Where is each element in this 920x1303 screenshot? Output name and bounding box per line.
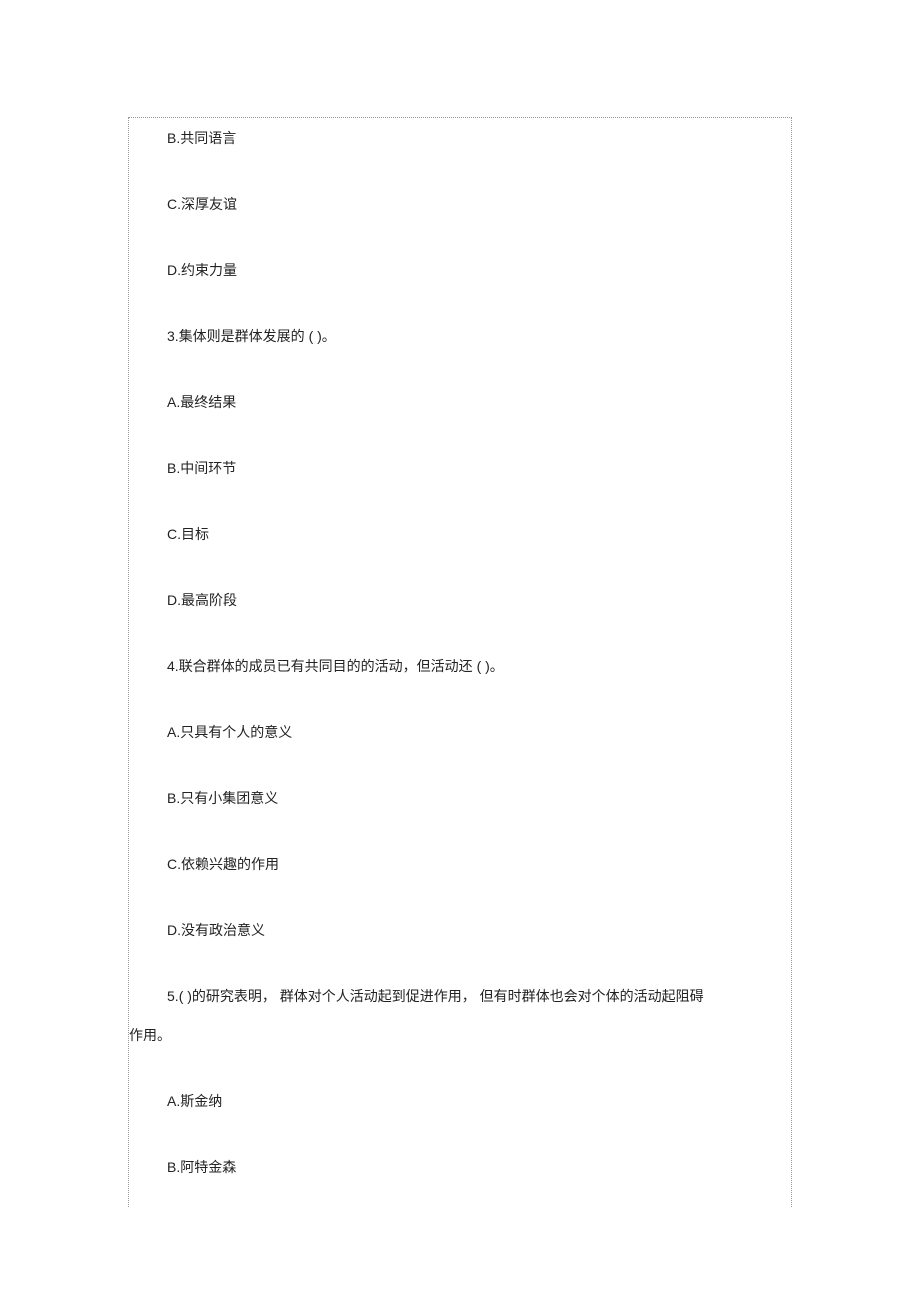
option-text: 依赖兴趣的作用 xyxy=(181,856,279,872)
option-text: 阿特金森 xyxy=(180,1159,236,1175)
question-number: 5. xyxy=(167,988,179,1004)
option-a: A.斯金纳 xyxy=(129,1091,791,1112)
option-text: 深厚友谊 xyxy=(181,196,237,212)
option-prefix: C. xyxy=(167,856,181,872)
option-text: 约束力量 xyxy=(181,262,237,278)
option-prefix: B. xyxy=(167,790,180,806)
option-a: A.最终结果 xyxy=(129,392,791,413)
document-page: B.共同语言 C.深厚友谊 D.约束力量 3.集体则是群体发展的 ( )。 A.… xyxy=(128,117,792,1207)
option-prefix: A. xyxy=(167,1093,180,1109)
option-d: D.没有政治意义 xyxy=(129,920,791,941)
question-5-line2: 作用。 xyxy=(129,1025,791,1046)
option-b: B.只有小集团意义 xyxy=(129,788,791,809)
option-text: 只具有个人的意义 xyxy=(180,724,292,740)
option-c: C.目标 xyxy=(129,524,791,545)
option-prefix: B. xyxy=(167,1159,180,1175)
option-text: 斯金纳 xyxy=(180,1093,222,1109)
option-c: C.依赖兴趣的作用 xyxy=(129,854,791,875)
option-text: 最高阶段 xyxy=(181,592,237,608)
option-prefix: D. xyxy=(167,262,181,278)
option-d: D.最高阶段 xyxy=(129,590,791,611)
option-text: 共同语言 xyxy=(180,130,236,146)
question-3: 3.集体则是群体发展的 ( )。 xyxy=(129,326,791,347)
question-text-part2: 作用。 xyxy=(129,1027,171,1043)
option-prefix: B. xyxy=(167,130,180,146)
option-text: 中间环节 xyxy=(180,460,236,476)
option-prefix: C. xyxy=(167,196,181,212)
question-5-line1: 5.( )的研究表明， 群体对个人活动起到促进作用， 但有时群体也会对个体的活动… xyxy=(129,986,791,1007)
question-text: 联合群体的成员已有共同目的的活动，但活动还 ( )。 xyxy=(179,658,504,674)
option-text: 目标 xyxy=(181,526,209,542)
option-prefix: C. xyxy=(167,526,181,542)
option-d: D.约束力量 xyxy=(129,260,791,281)
question-number: 3. xyxy=(167,328,179,344)
option-prefix: B. xyxy=(167,460,180,476)
option-b: B.共同语言 xyxy=(129,128,791,149)
option-text: 最终结果 xyxy=(180,394,236,410)
option-prefix: D. xyxy=(167,592,181,608)
option-text: 只有小集团意义 xyxy=(180,790,278,806)
option-a: A.只具有个人的意义 xyxy=(129,722,791,743)
option-b: B.中间环节 xyxy=(129,458,791,479)
option-c: C.深厚友谊 xyxy=(129,194,791,215)
question-text: 集体则是群体发展的 ( )。 xyxy=(179,328,336,344)
option-b: B.阿特金森 xyxy=(129,1157,791,1178)
option-prefix: A. xyxy=(167,724,180,740)
option-text: 没有政治意义 xyxy=(181,922,265,938)
option-prefix: A. xyxy=(167,394,180,410)
question-number: 4. xyxy=(167,658,179,674)
question-text-part1: ( )的研究表明， 群体对个人活动起到促进作用， 但有时群体也会对个体的活动起阻… xyxy=(179,988,704,1004)
option-prefix: D. xyxy=(167,922,181,938)
question-4: 4.联合群体的成员已有共同目的的活动，但活动还 ( )。 xyxy=(129,656,791,677)
